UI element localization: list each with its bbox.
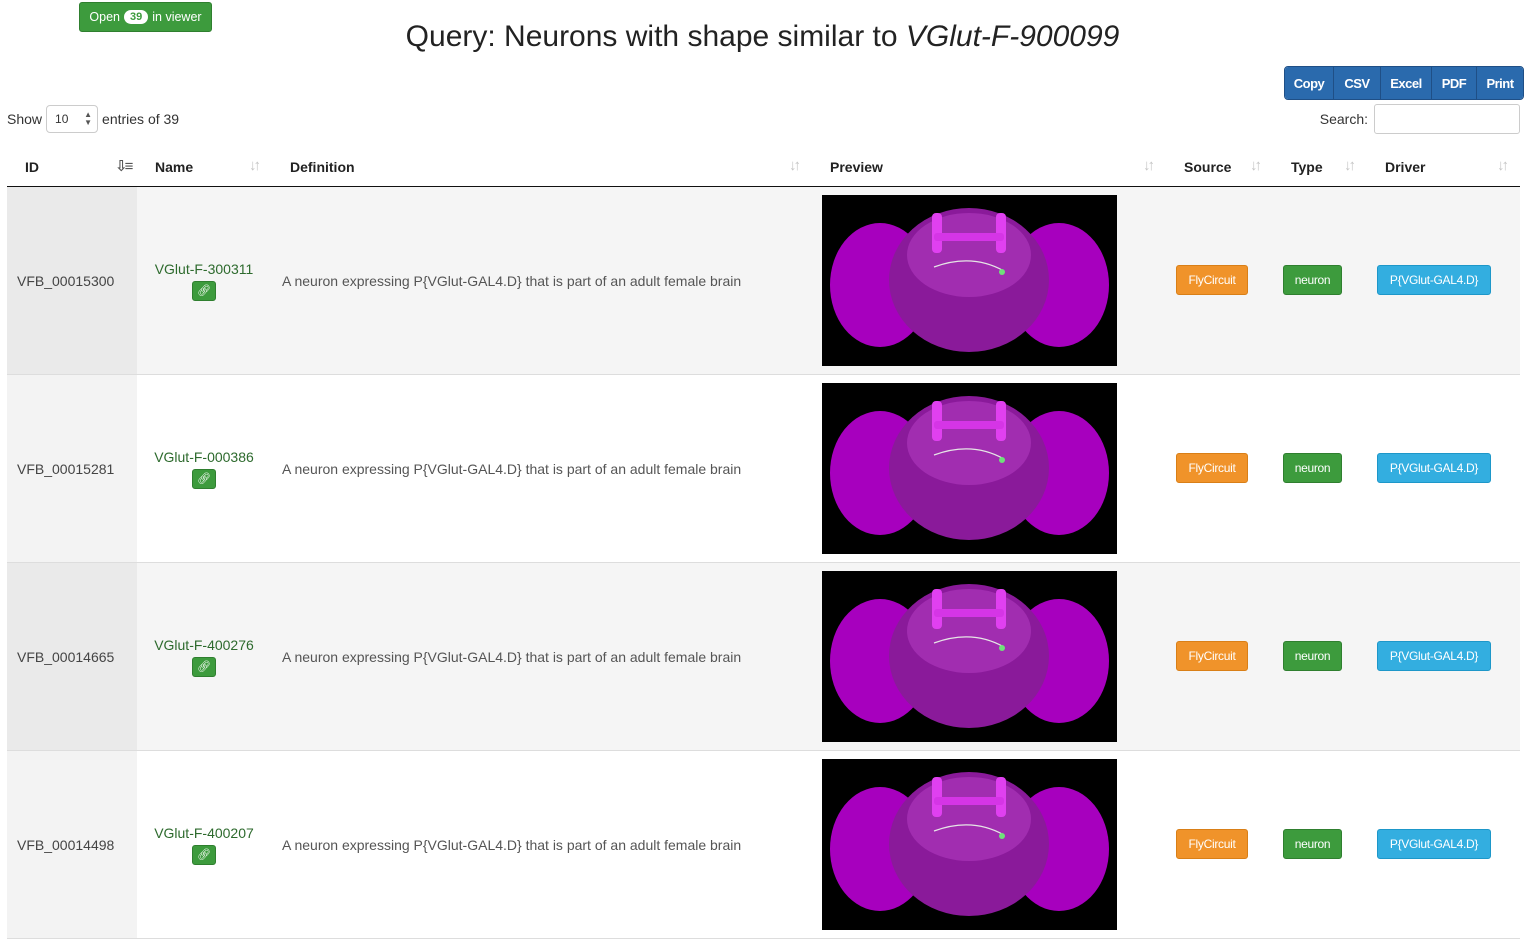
table-body: VFB_00015300 VGlut-F-300311 🔗︎ A neuron … xyxy=(7,187,1520,939)
sort-icon[interactable]: ↓↑ xyxy=(1344,157,1356,174)
table-row: VFB_00015300 VGlut-F-300311 🔗︎ A neuron … xyxy=(7,187,1520,375)
driver-tag[interactable]: P{VGlut-GAL4.D} xyxy=(1377,829,1491,859)
neuron-preview-image[interactable] xyxy=(822,383,1117,554)
table-row: VFB_00014665 VGlut-F-400276 🔗︎ A neuron … xyxy=(7,563,1520,751)
sort-icon[interactable]: ↓↑ xyxy=(1250,157,1262,174)
entries-length-control: Show 10 ▲ ▼ entries of 39 xyxy=(7,105,179,133)
neuron-soma xyxy=(999,833,1005,839)
protocerebrum xyxy=(907,777,1031,861)
neuron-preview-image[interactable] xyxy=(822,571,1117,742)
column-header-id[interactable]: ID xyxy=(25,147,39,186)
type-tag[interactable]: neuron xyxy=(1283,453,1342,483)
neuron-preview-image[interactable] xyxy=(822,195,1117,366)
brain-image xyxy=(830,772,1109,916)
brain-image xyxy=(830,208,1109,352)
search-label: Search: xyxy=(1319,111,1368,127)
sort-desc-icon[interactable]: ⇩≡ xyxy=(115,157,133,175)
central-complex xyxy=(934,421,1004,429)
sort-icon[interactable]: ↓↑ xyxy=(789,157,801,174)
row-definition: A neuron expressing P{VGlut-GAL4.D} that… xyxy=(282,272,742,289)
neuron-preview-image[interactable] xyxy=(822,759,1117,930)
row-id: VFB_00014665 xyxy=(7,563,137,750)
print-button[interactable]: Print xyxy=(1476,67,1523,99)
select-arrows-icon: ▲ ▼ xyxy=(84,110,93,127)
copy-button[interactable]: Copy xyxy=(1285,67,1333,99)
type-tag[interactable]: neuron xyxy=(1283,641,1342,671)
protocerebrum xyxy=(907,213,1031,297)
row-definition: A neuron expressing P{VGlut-GAL4.D} that… xyxy=(282,460,742,477)
driver-tag[interactable]: P{VGlut-GAL4.D} xyxy=(1377,641,1491,671)
neuron-name-link[interactable]: VGlut-F-300311 xyxy=(154,261,254,277)
table-header: ID ⇩≡ Name ↓↑ Definition ↓↑ Preview ↓↑ S… xyxy=(7,147,1520,187)
neuron-name-link[interactable]: VGlut-F-000386 xyxy=(154,449,254,465)
table-row: VFB_00014498 VGlut-F-400207 🔗︎ A neuron … xyxy=(7,751,1520,939)
brain-image xyxy=(830,584,1109,728)
row-id: VFB_00014498 xyxy=(7,751,137,938)
row-id: VFB_00015281 xyxy=(7,375,137,562)
neuron-soma xyxy=(999,269,1005,275)
central-complex xyxy=(934,609,1004,617)
row-id: VFB_00015300 xyxy=(7,187,137,374)
name-cell: VGlut-F-300311 🔗︎ xyxy=(154,261,254,301)
sort-icon[interactable]: ↓↑ xyxy=(1497,157,1509,174)
protocerebrum xyxy=(907,401,1031,485)
source-tag[interactable]: FlyCircuit xyxy=(1176,265,1248,295)
central-complex xyxy=(934,233,1004,241)
excel-button[interactable]: Excel xyxy=(1380,67,1431,99)
pdf-button[interactable]: PDF xyxy=(1431,67,1476,99)
search-control: Search: xyxy=(1320,104,1520,134)
column-header-definition[interactable]: Definition xyxy=(290,147,355,186)
export-buttons: Copy CSV Excel PDF Print xyxy=(1284,66,1524,100)
csv-button[interactable]: CSV xyxy=(1333,67,1380,99)
name-cell: VGlut-F-400207 🔗︎ xyxy=(154,825,254,865)
column-header-type[interactable]: Type xyxy=(1291,147,1323,186)
driver-tag[interactable]: P{VGlut-GAL4.D} xyxy=(1377,265,1491,295)
page-title: Query: Neurons with shape similar to VGl… xyxy=(0,20,1525,54)
column-header-driver[interactable]: Driver xyxy=(1385,147,1425,186)
paperclip-icon[interactable]: 🔗︎ xyxy=(192,469,216,489)
brain-image xyxy=(830,396,1109,540)
protocerebrum xyxy=(907,589,1031,673)
table-row: VFB_00015281 VGlut-F-000386 🔗︎ A neuron … xyxy=(7,375,1520,563)
source-tag[interactable]: FlyCircuit xyxy=(1176,641,1248,671)
neuron-soma xyxy=(999,645,1005,651)
column-header-name[interactable]: Name xyxy=(155,147,193,186)
sort-icon[interactable]: ↓↑ xyxy=(1143,157,1155,174)
type-tag[interactable]: neuron xyxy=(1283,265,1342,295)
entries-label: entries of 39 xyxy=(102,111,180,127)
central-complex xyxy=(934,797,1004,805)
title-term: VGlut-F-900099 xyxy=(905,20,1120,53)
neuron-name-link[interactable]: VGlut-F-400207 xyxy=(154,825,254,841)
row-definition: A neuron expressing P{VGlut-GAL4.D} that… xyxy=(282,648,742,665)
entries-select-value: 10 xyxy=(55,112,69,126)
paperclip-icon[interactable]: 🔗︎ xyxy=(192,281,216,301)
column-header-preview[interactable]: Preview xyxy=(830,147,883,186)
show-label: Show xyxy=(7,111,43,127)
sort-icon[interactable]: ↓↑ xyxy=(249,157,261,174)
row-definition: A neuron expressing P{VGlut-GAL4.D} that… xyxy=(282,836,742,853)
search-input[interactable] xyxy=(1374,104,1520,134)
column-header-source[interactable]: Source xyxy=(1184,147,1231,186)
paperclip-icon[interactable]: 🔗︎ xyxy=(192,845,216,865)
type-tag[interactable]: neuron xyxy=(1283,829,1342,859)
neuron-name-link[interactable]: VGlut-F-400276 xyxy=(154,637,254,653)
driver-tag[interactable]: P{VGlut-GAL4.D} xyxy=(1377,453,1491,483)
source-tag[interactable]: FlyCircuit xyxy=(1176,829,1248,859)
neuron-soma xyxy=(999,457,1005,463)
name-cell: VGlut-F-400276 🔗︎ xyxy=(154,637,254,677)
title-prefix: Query: Neurons with shape similar to xyxy=(405,20,906,53)
paperclip-icon[interactable]: 🔗︎ xyxy=(192,657,216,677)
source-tag[interactable]: FlyCircuit xyxy=(1176,453,1248,483)
results-table: ID ⇩≡ Name ↓↑ Definition ↓↑ Preview ↓↑ S… xyxy=(7,147,1520,939)
name-cell: VGlut-F-000386 🔗︎ xyxy=(154,449,254,489)
entries-select[interactable]: 10 ▲ ▼ xyxy=(46,105,99,133)
